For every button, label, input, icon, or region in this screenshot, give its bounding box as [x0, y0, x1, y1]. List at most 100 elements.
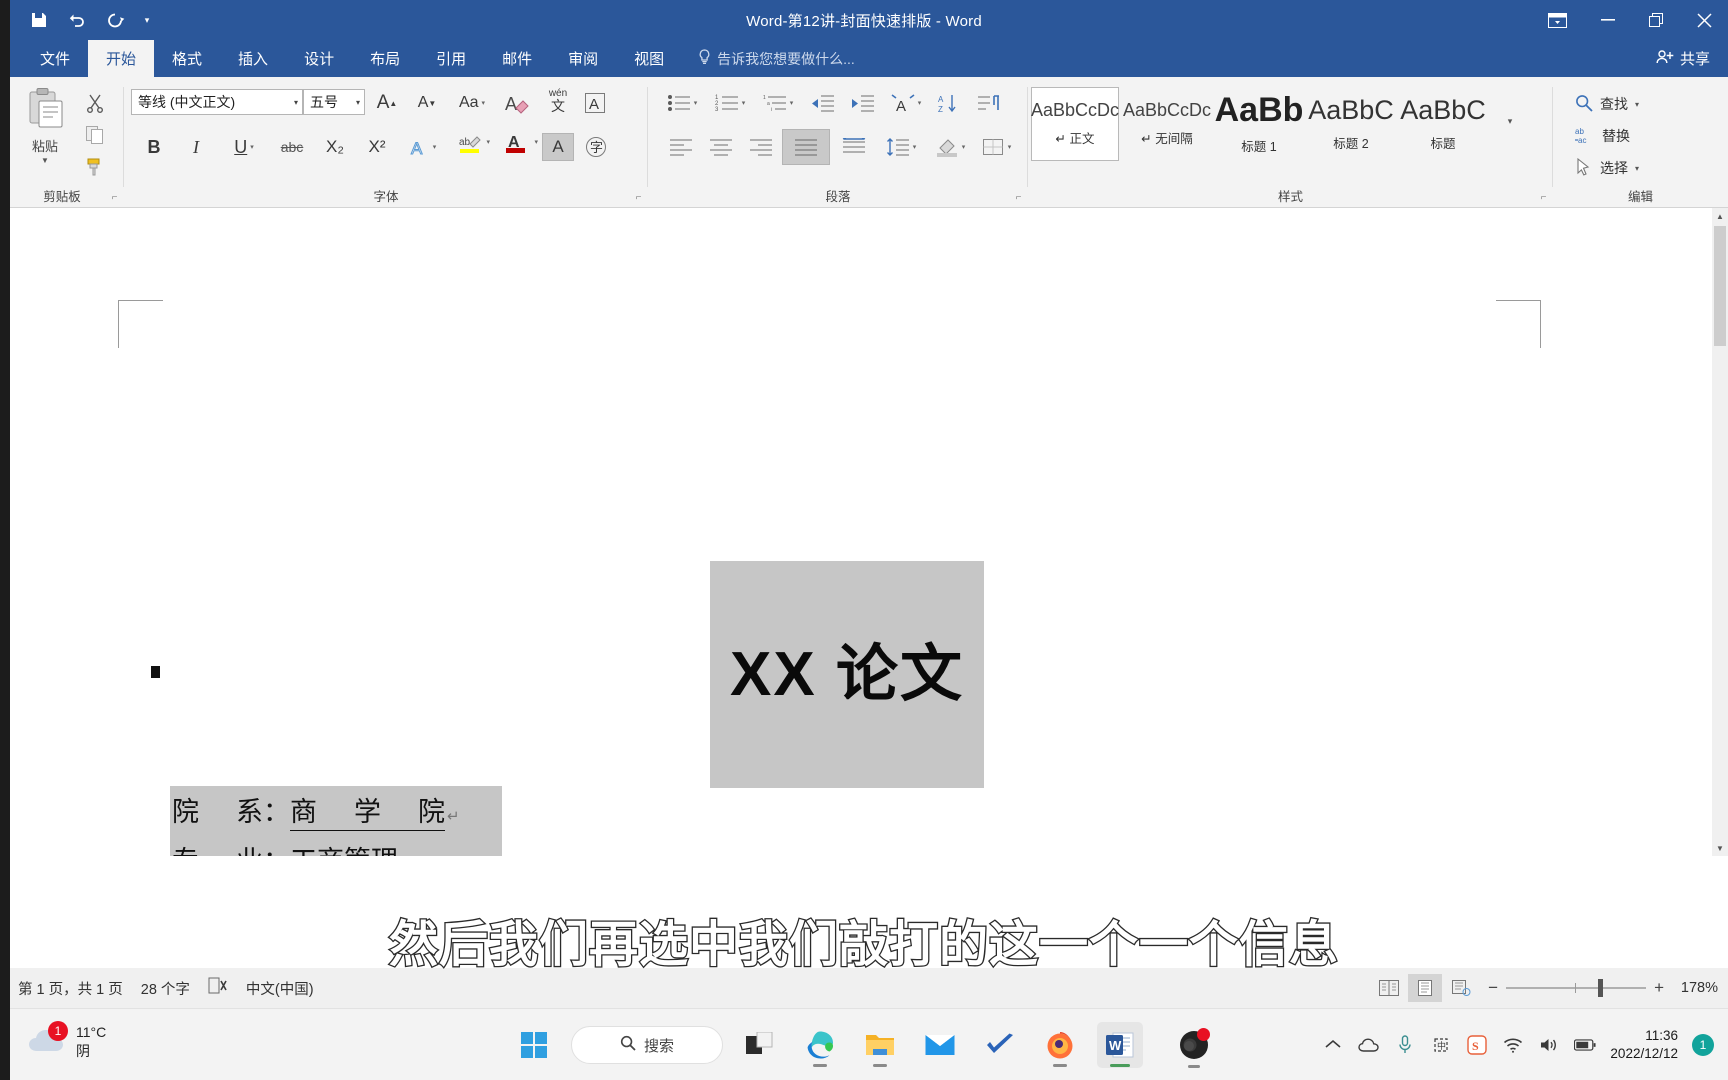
scroll-down-arrow[interactable]: ▼ — [1712, 840, 1728, 856]
volume-icon[interactable] — [1538, 1033, 1560, 1057]
clipboard-dialog-launcher[interactable]: ⌐ — [109, 192, 120, 203]
styles-dialog-launcher[interactable]: ⌐ — [1538, 192, 1549, 203]
firefox-icon[interactable] — [1037, 1022, 1083, 1068]
wifi-icon[interactable] — [1502, 1033, 1524, 1057]
clear-formatting-button[interactable]: A — [499, 89, 537, 117]
align-center-button[interactable] — [702, 133, 740, 161]
file-explorer-icon[interactable] — [857, 1022, 903, 1068]
close-button[interactable] — [1680, 0, 1728, 40]
start-button[interactable] — [511, 1022, 557, 1068]
undo-icon[interactable] — [60, 5, 94, 35]
tab-design[interactable]: 设计 — [286, 40, 352, 77]
tell-me-box[interactable]: 告诉我您想要做什么... — [682, 40, 867, 77]
shading-button[interactable]: ▾ — [928, 133, 972, 161]
replace-button[interactable]: ab ac 替换 — [1575, 123, 1630, 149]
sogou-icon[interactable]: S — [1466, 1033, 1488, 1057]
paste-button[interactable]: 粘贴 ▼ — [18, 87, 72, 187]
obs-icon[interactable] — [1171, 1022, 1217, 1068]
zoom-in-button[interactable]: + — [1654, 978, 1664, 998]
line-spacing-button[interactable]: ▾ — [878, 133, 924, 161]
numbering-button[interactable]: 1 2 3 ▾ — [708, 89, 752, 117]
align-left-button[interactable] — [662, 133, 700, 161]
zoom-track[interactable] — [1506, 979, 1647, 997]
language-indicator[interactable]: 中文(中国) — [246, 978, 314, 999]
chevron-down-icon[interactable]: ▾ — [294, 98, 298, 107]
grow-font-button[interactable]: A ▲ — [370, 89, 404, 117]
info-row[interactable]: 专 业： 工商管理 ↵ — [170, 839, 502, 856]
edge-icon[interactable] — [797, 1022, 843, 1068]
tab-view[interactable]: 视图 — [616, 40, 682, 77]
vertical-scrollbar[interactable]: ▲ ▼ — [1712, 208, 1728, 856]
tab-insert[interactable]: 插入 — [220, 40, 286, 77]
tab-home[interactable]: 开始 — [88, 40, 155, 77]
decrease-indent-button[interactable] — [804, 89, 842, 117]
onedrive-icon[interactable] — [1358, 1033, 1380, 1057]
clock[interactable]: 11:36 2022/12/12 — [1610, 1027, 1678, 1063]
multilevel-list-button[interactable]: 1 a i ▾ — [756, 89, 800, 117]
ribbon-display-options-icon[interactable] — [1530, 0, 1584, 40]
font-color-button[interactable]: A ▾ — [494, 129, 538, 157]
borders-button[interactable]: ▾ — [974, 133, 1018, 161]
font-dialog-launcher[interactable]: ⌐ — [633, 192, 644, 203]
restore-button[interactable] — [1632, 0, 1680, 40]
bullets-button[interactable]: ▾ — [660, 89, 704, 117]
print-layout-button[interactable] — [1408, 974, 1443, 1002]
minimize-button[interactable] — [1584, 0, 1632, 40]
document-page[interactable]: XX 论文 院 系： 商 学 院 ↵ 专 — [0, 208, 1712, 856]
style-item-heading-2[interactable]: AaBbC 标题 2 — [1307, 87, 1395, 161]
proofing-status[interactable] — [208, 977, 228, 999]
share-button[interactable]: 共享 — [1644, 40, 1728, 77]
justify-button[interactable] — [782, 129, 830, 165]
underline-button[interactable]: U ▾ — [220, 133, 268, 161]
superscript-button[interactable]: X² — [358, 133, 396, 161]
tab-references[interactable]: 引用 — [418, 40, 484, 77]
document-info-table[interactable]: 院 系： 商 学 院 ↵ 专 业： 工商管理 — [170, 786, 502, 856]
style-item-no-spacing[interactable]: AaBbCcDc ↵ 无间隔 — [1123, 87, 1211, 161]
battery-icon[interactable] — [1574, 1033, 1596, 1057]
document-canvas[interactable]: XX 论文 院 系： 商 学 院 ↵ 专 — [0, 208, 1728, 856]
microphone-icon[interactable] — [1394, 1033, 1416, 1057]
task-view-button[interactable] — [737, 1022, 783, 1068]
zoom-percentage[interactable]: 178% — [1674, 980, 1722, 996]
enclose-characters-button[interactable]: 字 — [580, 133, 612, 161]
tab-format[interactable]: 格式 — [154, 40, 220, 77]
style-item-heading-1[interactable]: AaBb 标题 1 — [1215, 87, 1304, 161]
ime-icon[interactable]: 中 — [1430, 1033, 1452, 1057]
increase-indent-button[interactable] — [844, 89, 882, 117]
cut-button[interactable] — [80, 89, 110, 117]
tab-layout[interactable]: 布局 — [352, 40, 418, 77]
notification-badge[interactable]: 1 — [1692, 1034, 1714, 1056]
chevron-down-icon[interactable]: ▾ — [136, 5, 158, 35]
styles-more-button[interactable]: ▾ — [1496, 107, 1524, 135]
sort-button[interactable]: AZ — [932, 89, 968, 117]
format-painter-button[interactable] — [80, 153, 110, 181]
tab-review[interactable]: 审阅 — [550, 40, 616, 77]
info-row[interactable]: 院 系： 商 学 院 ↵ — [170, 790, 502, 839]
character-shading-button[interactable]: A — [542, 133, 574, 161]
todo-icon[interactable] — [977, 1022, 1023, 1068]
vscroll-thumb[interactable] — [1714, 226, 1726, 346]
zoom-out-button[interactable]: − — [1488, 978, 1498, 998]
zoom-thumb[interactable] — [1598, 979, 1604, 997]
show-hidden-icons-button[interactable] — [1322, 1033, 1344, 1057]
page-indicator[interactable]: 第 1 页，共 1 页 — [18, 978, 123, 999]
distribute-button[interactable] — [834, 133, 874, 161]
align-right-button[interactable] — [742, 133, 780, 161]
tab-file[interactable]: 文件 — [22, 40, 88, 77]
subscript-button[interactable]: X₂ — [316, 133, 354, 161]
chevron-down-icon[interactable]: ▼ — [41, 156, 49, 165]
style-item-normal[interactable]: AaBbCcDc ↵ 正文 — [1031, 87, 1119, 161]
scroll-up-arrow[interactable]: ▲ — [1712, 208, 1728, 224]
character-border-button[interactable]: A — [579, 89, 611, 117]
bold-button[interactable]: B — [136, 133, 172, 161]
zoom-slider[interactable]: − + — [1488, 978, 1664, 998]
italic-button[interactable]: I — [178, 133, 214, 161]
show-formatting-marks-button[interactable] — [970, 89, 1006, 117]
search-box[interactable]: 搜索 — [571, 1026, 723, 1064]
read-mode-button[interactable] — [1372, 974, 1406, 1002]
style-item-title[interactable]: AaBbC 标题 — [1399, 87, 1487, 161]
font-name-box[interactable]: 等线 (中文正文) ▾ — [131, 89, 303, 115]
shrink-font-button[interactable]: A ▼ — [410, 89, 444, 117]
phonetic-guide-button[interactable]: wén 文 — [542, 87, 574, 115]
chevron-down-icon[interactable]: ▾ — [356, 98, 360, 107]
